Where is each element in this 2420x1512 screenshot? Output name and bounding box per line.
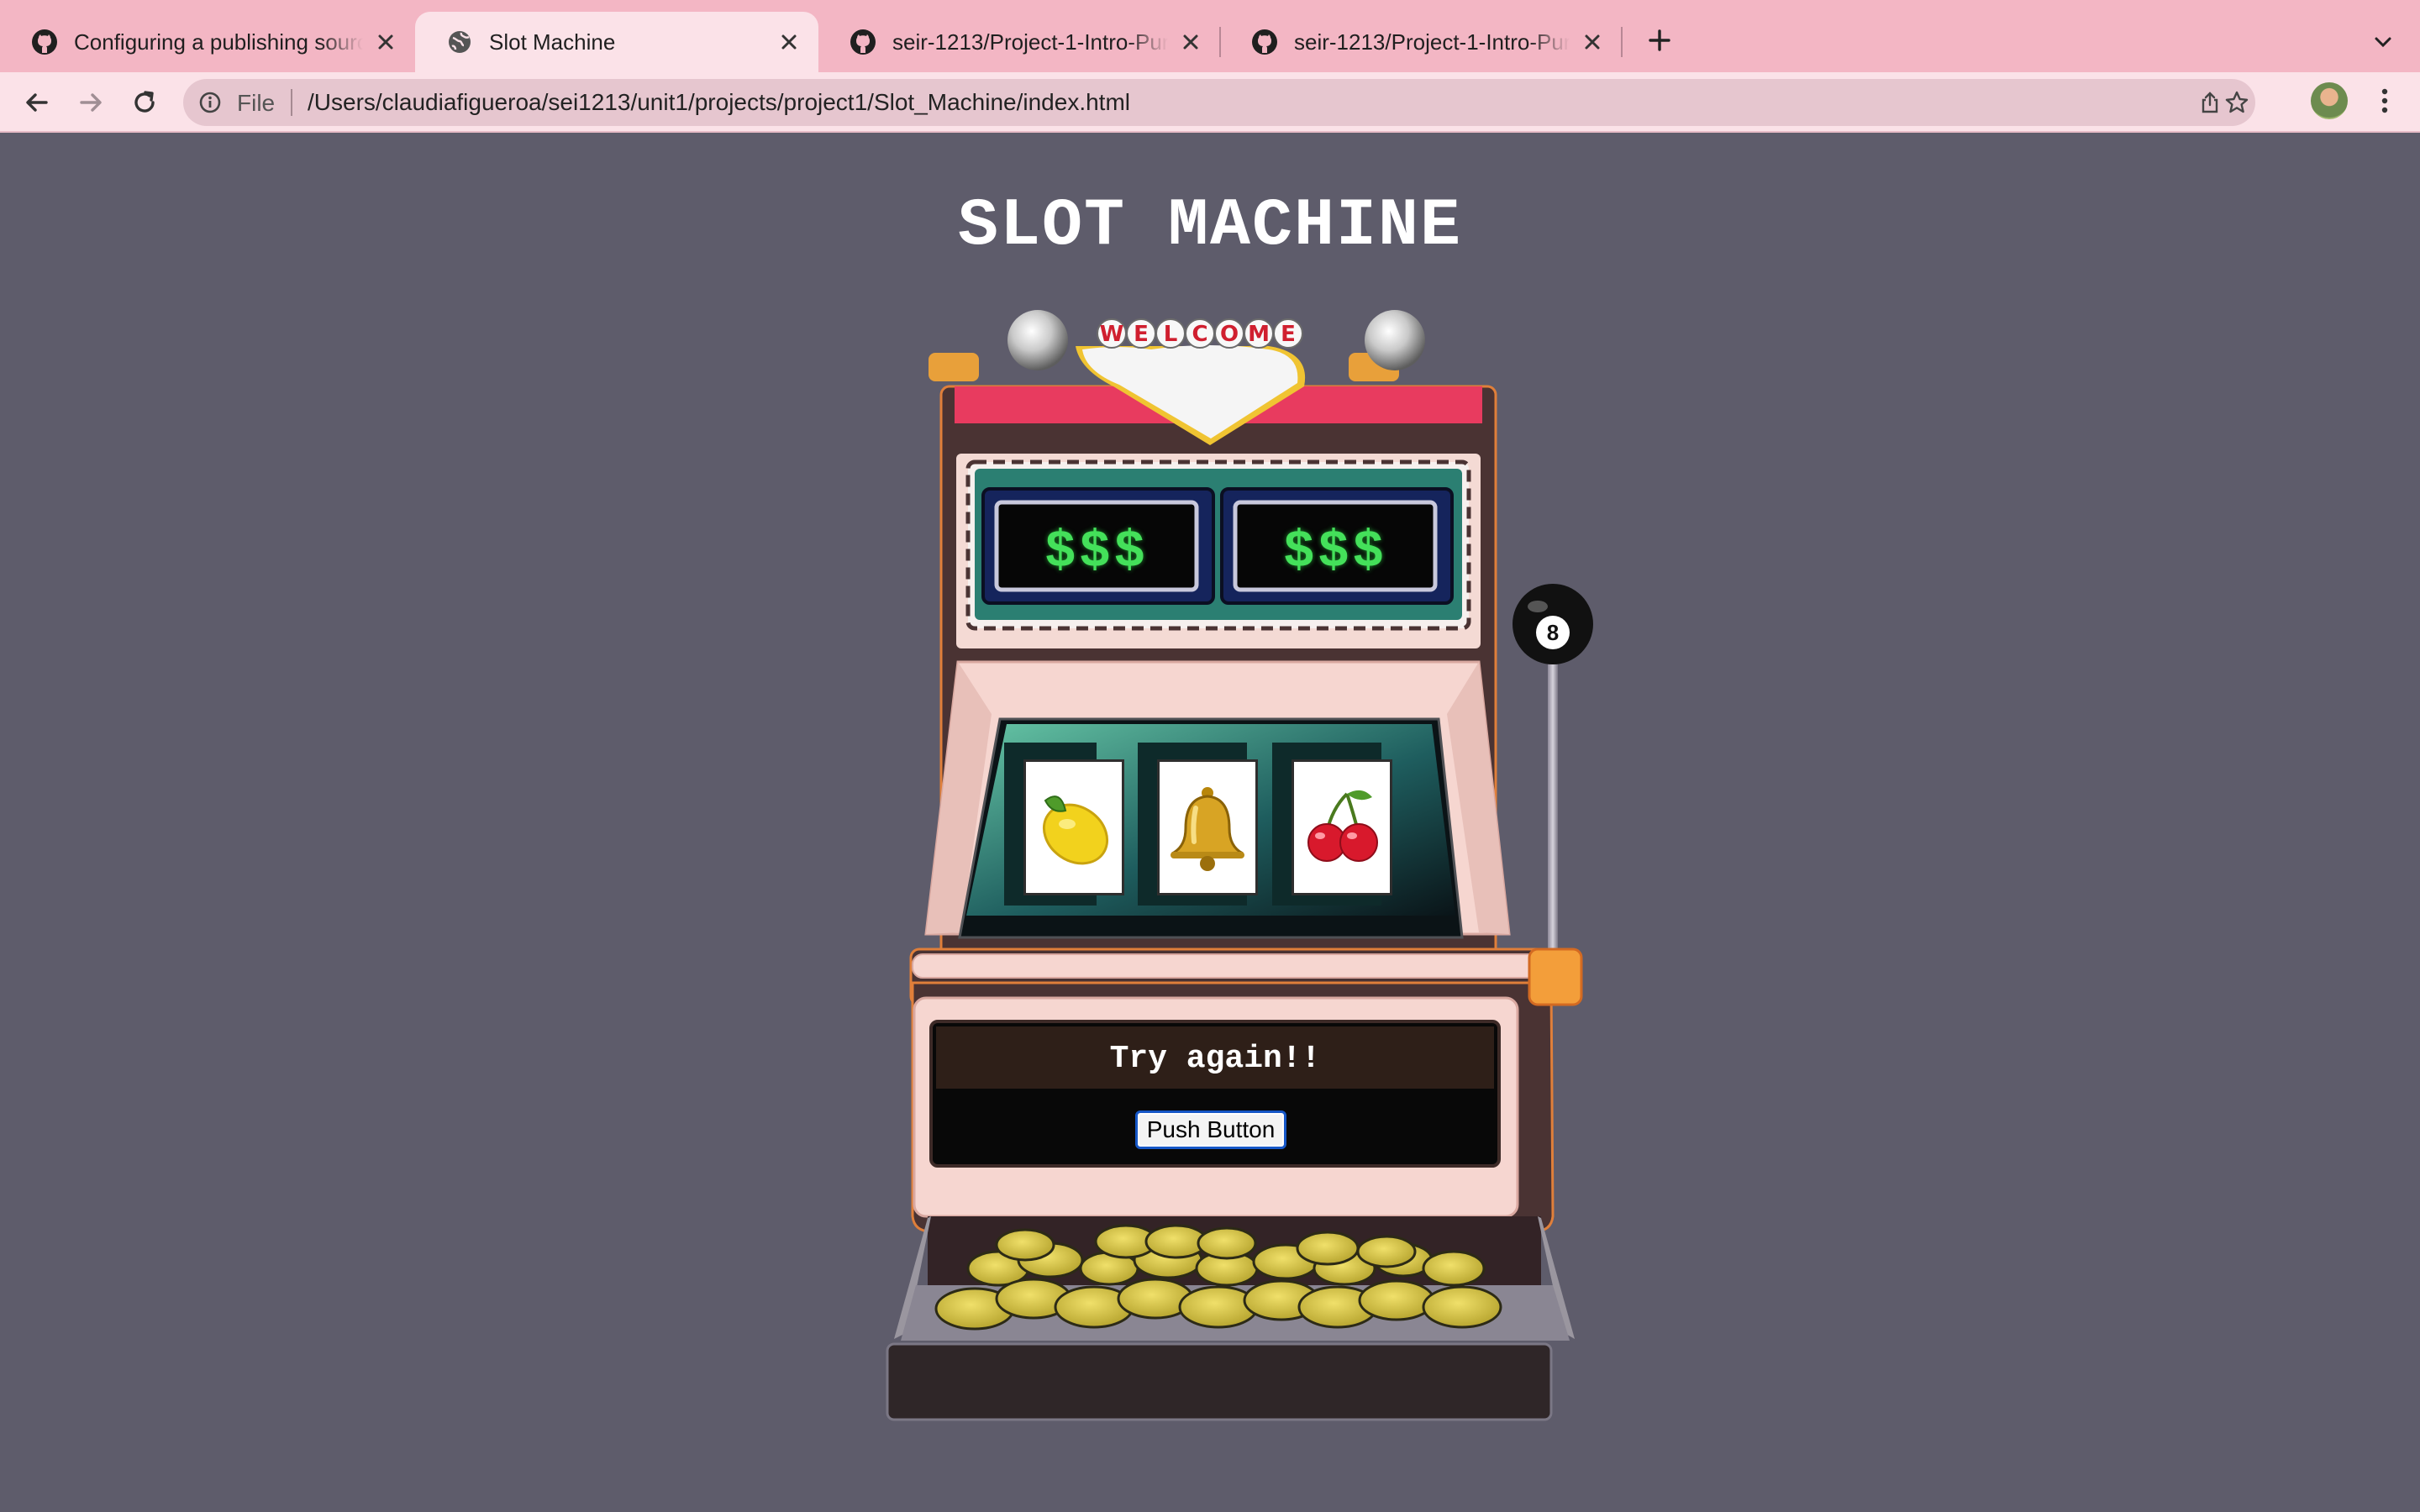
reel-1 [1023,759,1124,895]
profile-avatar[interactable] [2311,82,2348,119]
coin [1422,1250,1486,1287]
bell-icon [1171,787,1244,871]
coin [1296,1231,1360,1266]
coin [995,1228,1055,1262]
coin [1197,1226,1257,1260]
url-text[interactable]: /Users/claudiafigueroa/sei1213/unit1/pro… [308,89,1130,116]
tab-strip: Configuring a publishing source for your… [0,0,2420,72]
close-tab-icon[interactable] [776,29,802,55]
reload-icon[interactable] [124,82,165,123]
github-icon [1250,28,1279,56]
marquee-bulb [1365,310,1425,370]
push-button[interactable]: Push Button [1135,1110,1286,1149]
tab-github-pages[interactable]: Configuring a publishing source for your… [0,12,415,72]
marquee-letter: L [1164,322,1178,347]
page-title: SLOT MACHINE [957,188,1463,265]
more-menu-icon[interactable] [2370,82,2400,119]
tab-title: Slot Machine [489,29,616,55]
marquee-letter: M [1248,322,1270,347]
close-tab-icon[interactable] [373,29,398,55]
browser-toolbar: File /Users/claudiafigueroa/sei1213/unit… [0,72,2420,133]
welcome-sign: WELCOME [1097,318,1303,349]
marquee-letter: W [1100,322,1124,347]
github-icon [30,28,59,56]
result-message: Try again!! [1109,1040,1321,1077]
coin [1358,1279,1435,1321]
tab-slot-machine[interactable]: Slot Machine [415,12,818,72]
coin [1356,1235,1417,1268]
forward-arrow-icon[interactable] [71,82,111,123]
url-scheme-label: File [237,90,276,116]
lever-pole[interactable] [1548,622,1558,991]
info-icon[interactable] [197,89,224,116]
address-bar[interactable]: File /Users/claudiafigueroa/sei1213/unit… [183,79,2255,126]
tab-title: seir-1213/Project-1-Intro-Purple [892,29,1168,55]
github-icon [849,28,877,56]
jackpot-display-left: $$$ [1044,522,1149,582]
tab-title: Configuring a publishing source for your… [74,29,363,55]
close-tab-icon[interactable] [1580,29,1605,55]
tab-seir-repo-2[interactable]: seir-1213/Project-1-Intro-Purple [1220,12,1622,72]
lever-ball-label: 8 [1546,620,1560,645]
chevron-down-icon[interactable] [2366,25,2400,59]
jackpot-display-right: $$$ [1283,522,1387,582]
coin [1422,1285,1502,1329]
tab-seir-repo-1[interactable]: seir-1213/Project-1-Intro-Purple [818,12,1220,72]
omnibox-divider [291,89,292,116]
lemon-icon [1042,795,1109,865]
bookmark-star-icon[interactable] [2222,87,2252,118]
reel-3 [1292,759,1392,895]
close-tab-icon[interactable] [1178,29,1203,55]
slot-machine: WELCOME $$$ $$$ 8 Try again!! Push Butto… [874,294,1613,1428]
reel-2 [1157,759,1258,895]
globe-icon [445,28,474,56]
marquee-letter: C [1192,322,1207,347]
tab-separator [1621,27,1623,57]
share-icon[interactable] [2195,87,2225,118]
tab-title: seir-1213/Project-1-Intro-Purple [1294,29,1570,55]
back-arrow-icon[interactable] [17,82,57,123]
cherry-icon [1307,790,1378,862]
marquee-letter: O [1220,322,1239,347]
marquee-letter: E [1134,322,1149,347]
marquee-bulb [1007,310,1068,370]
new-tab-icon[interactable] [1641,22,1678,59]
marquee-letter: E [1281,322,1296,347]
